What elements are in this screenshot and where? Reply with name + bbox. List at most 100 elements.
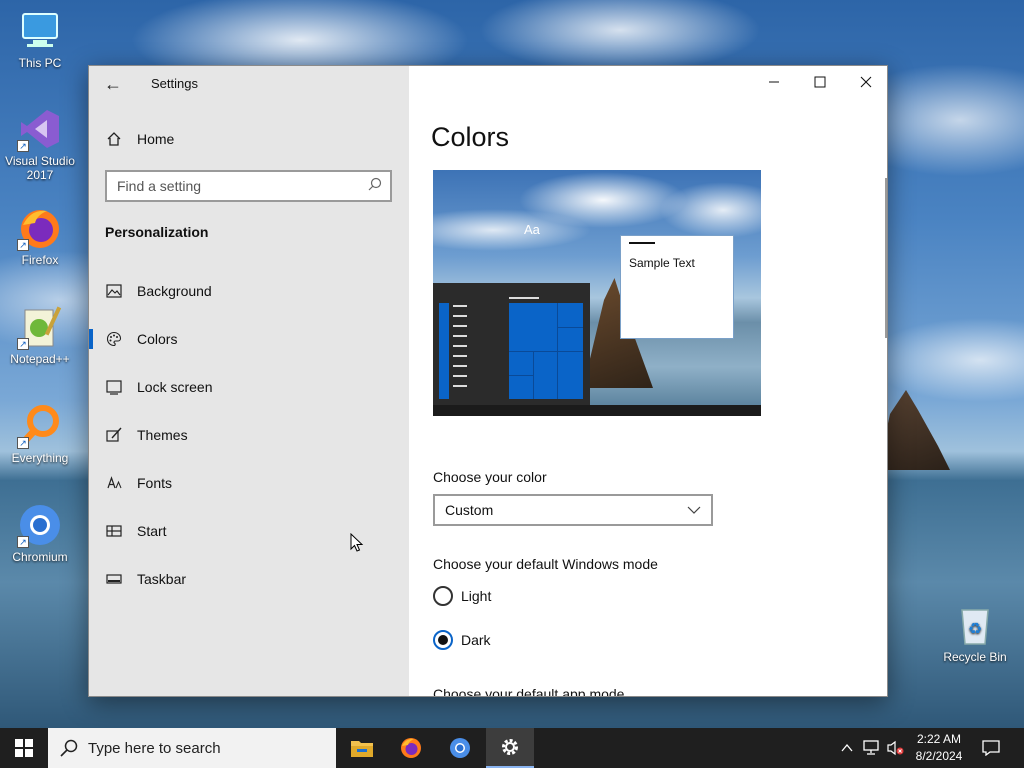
choose-color-label: Choose your color: [433, 469, 547, 485]
volume-tray-button[interactable]: [884, 728, 906, 768]
desktop-icon-notepadpp[interactable]: ↗ Notepad++: [0, 304, 80, 366]
chromium-icon: [450, 738, 470, 758]
show-hidden-icons-button[interactable]: [838, 728, 856, 768]
palette-icon: [105, 330, 123, 348]
preview-line: [453, 335, 467, 337]
preview-start-menu: [433, 283, 590, 405]
choose-color-dropdown[interactable]: Custom: [433, 494, 713, 526]
fonts-icon: [105, 474, 123, 492]
preview-tiles: [509, 303, 583, 399]
tile-divider: [533, 351, 534, 399]
start-grid-icon: [105, 522, 123, 540]
close-button[interactable]: [843, 66, 887, 98]
sidebar-item-label: Taskbar: [137, 571, 187, 587]
svg-text:♻: ♻: [968, 619, 982, 638]
tile-divider: [509, 351, 583, 352]
radio-button[interactable]: [433, 630, 453, 650]
firefox-icon: ↗: [17, 205, 63, 251]
preview-line: [453, 385, 467, 387]
preview-line: [453, 305, 467, 307]
desktop-icon-label: Recycle Bin: [943, 650, 1007, 664]
sidebar-item-lock-screen[interactable]: Lock screen: [89, 367, 409, 407]
taskbar-chromium[interactable]: [436, 728, 484, 768]
mouse-cursor-icon: [350, 533, 364, 552]
sidebar-item-fonts[interactable]: Fonts: [89, 463, 409, 503]
radio-button[interactable]: [433, 586, 453, 606]
everything-search-icon: ↗: [17, 403, 63, 449]
windows-mode-dark-radio[interactable]: Dark: [433, 630, 491, 650]
windows-mode-light-radio[interactable]: Light: [433, 586, 491, 606]
computer-icon: [17, 8, 63, 54]
action-center-button[interactable]: [976, 728, 1006, 768]
search-icon: [368, 177, 382, 196]
desktop-icon-label: Everything: [11, 451, 69, 465]
picture-icon: [105, 282, 123, 300]
taskbar-settings[interactable]: [486, 728, 534, 768]
settings-window: ← Settings Home Find a setting Personali…: [88, 65, 888, 697]
settings-gear-icon: [502, 739, 518, 755]
preview-window: Sample Text: [620, 235, 734, 339]
preview-aa: Aa: [524, 222, 540, 237]
lock-screen-icon: [105, 378, 123, 396]
preview-line: [453, 365, 467, 367]
find-setting-search-box[interactable]: Find a setting: [105, 170, 392, 202]
network-tray-button[interactable]: [860, 728, 882, 768]
search-input[interactable]: Find a setting: [117, 178, 368, 194]
start-button[interactable]: [0, 728, 48, 768]
desktop-icon-firefox[interactable]: ↗ Firefox: [0, 205, 80, 267]
notifications-icon: [982, 740, 1000, 756]
sidebar-item-label: Themes: [137, 427, 188, 443]
taskbar-firefox[interactable]: [387, 728, 435, 768]
sidebar-item-colors[interactable]: Colors: [89, 319, 409, 359]
sidebar-item-taskbar[interactable]: Taskbar: [89, 559, 409, 599]
sidebar-item-label: Background: [137, 283, 212, 299]
sidebar-item-background[interactable]: Background: [89, 271, 409, 311]
notepadpp-icon: ↗: [17, 304, 63, 350]
shortcut-arrow-icon: ↗: [17, 140, 29, 152]
sidebar-item-themes[interactable]: Themes: [89, 415, 409, 455]
desktop-icon-everything[interactable]: ↗ Everything: [0, 403, 80, 465]
clock-date: 8/2/2024: [915, 749, 963, 763]
sidebar-item-label: Lock screen: [137, 379, 213, 395]
choose-color-value: Custom: [445, 502, 494, 518]
settings-content: Colors Aa Sample Text Choose your color …: [409, 66, 887, 697]
maximize-button[interactable]: [797, 66, 843, 98]
minimize-button[interactable]: [751, 66, 797, 98]
windows-mode-label: Choose your default Windows mode: [433, 556, 658, 572]
content-scrollbar[interactable]: [885, 178, 887, 338]
taskbar-file-explorer[interactable]: [338, 728, 386, 768]
section-heading: Personalization: [105, 224, 209, 240]
desktop-icon-chromium[interactable]: ↗ Chromium: [0, 502, 80, 564]
color-preview: Aa Sample Text: [433, 170, 761, 416]
sidebar-item-home[interactable]: Home: [105, 128, 174, 150]
radio-dot: [438, 635, 448, 645]
shortcut-arrow-icon: ↗: [17, 437, 29, 449]
desktop-icon-this-pc[interactable]: This PC: [0, 8, 80, 70]
app-mode-label: Choose your default app mode: [433, 686, 625, 697]
taskbar-search-input[interactable]: Type here to search: [88, 740, 221, 757]
preview-line: [453, 315, 467, 317]
windows-logo-icon: [15, 739, 33, 757]
desktop-icon-label: Chromium: [12, 550, 68, 564]
sidebar-item-label: Home: [137, 131, 175, 147]
taskbar-search-box[interactable]: Type here to search: [48, 728, 336, 768]
desktop-icon-recycle-bin[interactable]: ♻ Recycle Bin: [935, 602, 1015, 664]
close-icon: [860, 76, 872, 88]
sidebar-item-label: Start: [137, 523, 167, 539]
themes-brush-icon: [105, 426, 123, 444]
desktop-icon-label: Visual Studio 2017: [5, 154, 75, 182]
desktop-icon-label: This PC: [18, 56, 62, 70]
desktop-icon-visual-studio[interactable]: ↗ Visual Studio 2017: [0, 106, 80, 182]
tile-divider: [509, 375, 533, 376]
taskbar-clock[interactable]: 2:22 AM 8/2/2024: [906, 731, 972, 765]
desktop-icon-label: Firefox: [21, 253, 59, 267]
back-button[interactable]: ←: [101, 72, 125, 96]
volume-muted-icon: [887, 740, 904, 756]
preview-line: [453, 345, 467, 347]
chevron-up-icon: [841, 744, 853, 752]
visual-studio-icon: ↗: [17, 106, 63, 152]
network-icon: [863, 740, 879, 755]
maximize-icon: [814, 76, 826, 88]
preview-line: [453, 375, 467, 377]
shortcut-arrow-icon: ↗: [17, 338, 29, 350]
